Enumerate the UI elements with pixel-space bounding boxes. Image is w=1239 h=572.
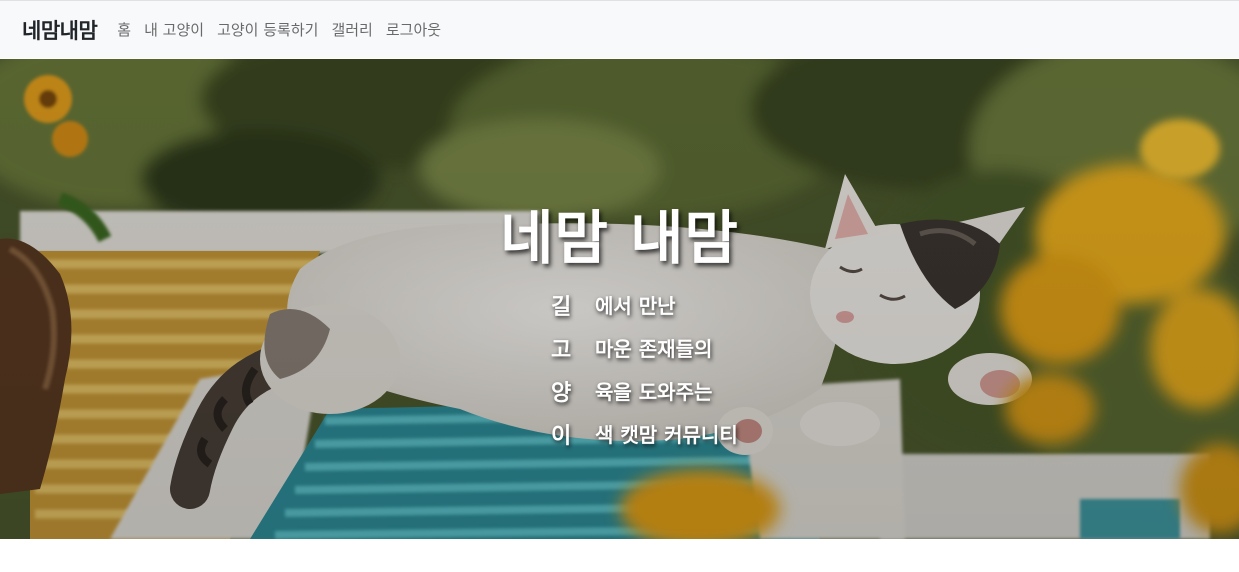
acrostic-text: 육을 도와주는	[595, 380, 713, 404]
acrostic-line: 길 에서 만난	[545, 283, 738, 326]
nav-link-my-cat[interactable]: 내 고양이	[144, 19, 204, 40]
acrostic-letter: 양	[551, 380, 572, 406]
nav-links: 홈 내 고양이 고양이 등록하기 갤러리 로그아웃	[117, 19, 454, 40]
acrostic-line: 양 육을 도와주는	[545, 369, 738, 412]
nav-link-logout[interactable]: 로그아웃	[386, 19, 441, 40]
nav-link-gallery[interactable]: 갤러리	[331, 19, 372, 40]
nav-link-register-cat[interactable]: 고양이 등록하기	[217, 19, 318, 40]
acrostic-letter: 이	[551, 423, 572, 449]
acrostic-line: 고 마운 존재들의	[545, 326, 738, 369]
acrostic-poem: 길 에서 만난 고 마운 존재들의 양 육을 도와주는 이 색 캣맘 커뮤니티	[545, 283, 738, 455]
top-navbar: 네맘내맘 홈 내 고양이 고양이 등록하기 갤러리 로그아웃	[0, 0, 1239, 58]
acrostic-letter: 길	[551, 294, 572, 320]
brand-logo[interactable]: 네맘내맘	[22, 15, 98, 45]
acrostic-text: 에서 만난	[595, 294, 676, 318]
hero-title: 네맘 내맘	[500, 204, 739, 272]
acrostic-letter: 고	[551, 337, 572, 363]
acrostic-text: 마운 존재들의	[595, 337, 713, 361]
acrostic-text: 색 캣맘 커뮤니티	[595, 423, 738, 447]
nav-link-home[interactable]: 홈	[117, 19, 131, 40]
hero-banner: 네맘 내맘 길 에서 만난 고 마운 존재들의 양 육을 도와주는 이 색 캣맘…	[0, 59, 1239, 539]
acrostic-line: 이 색 캣맘 커뮤니티	[545, 412, 738, 455]
